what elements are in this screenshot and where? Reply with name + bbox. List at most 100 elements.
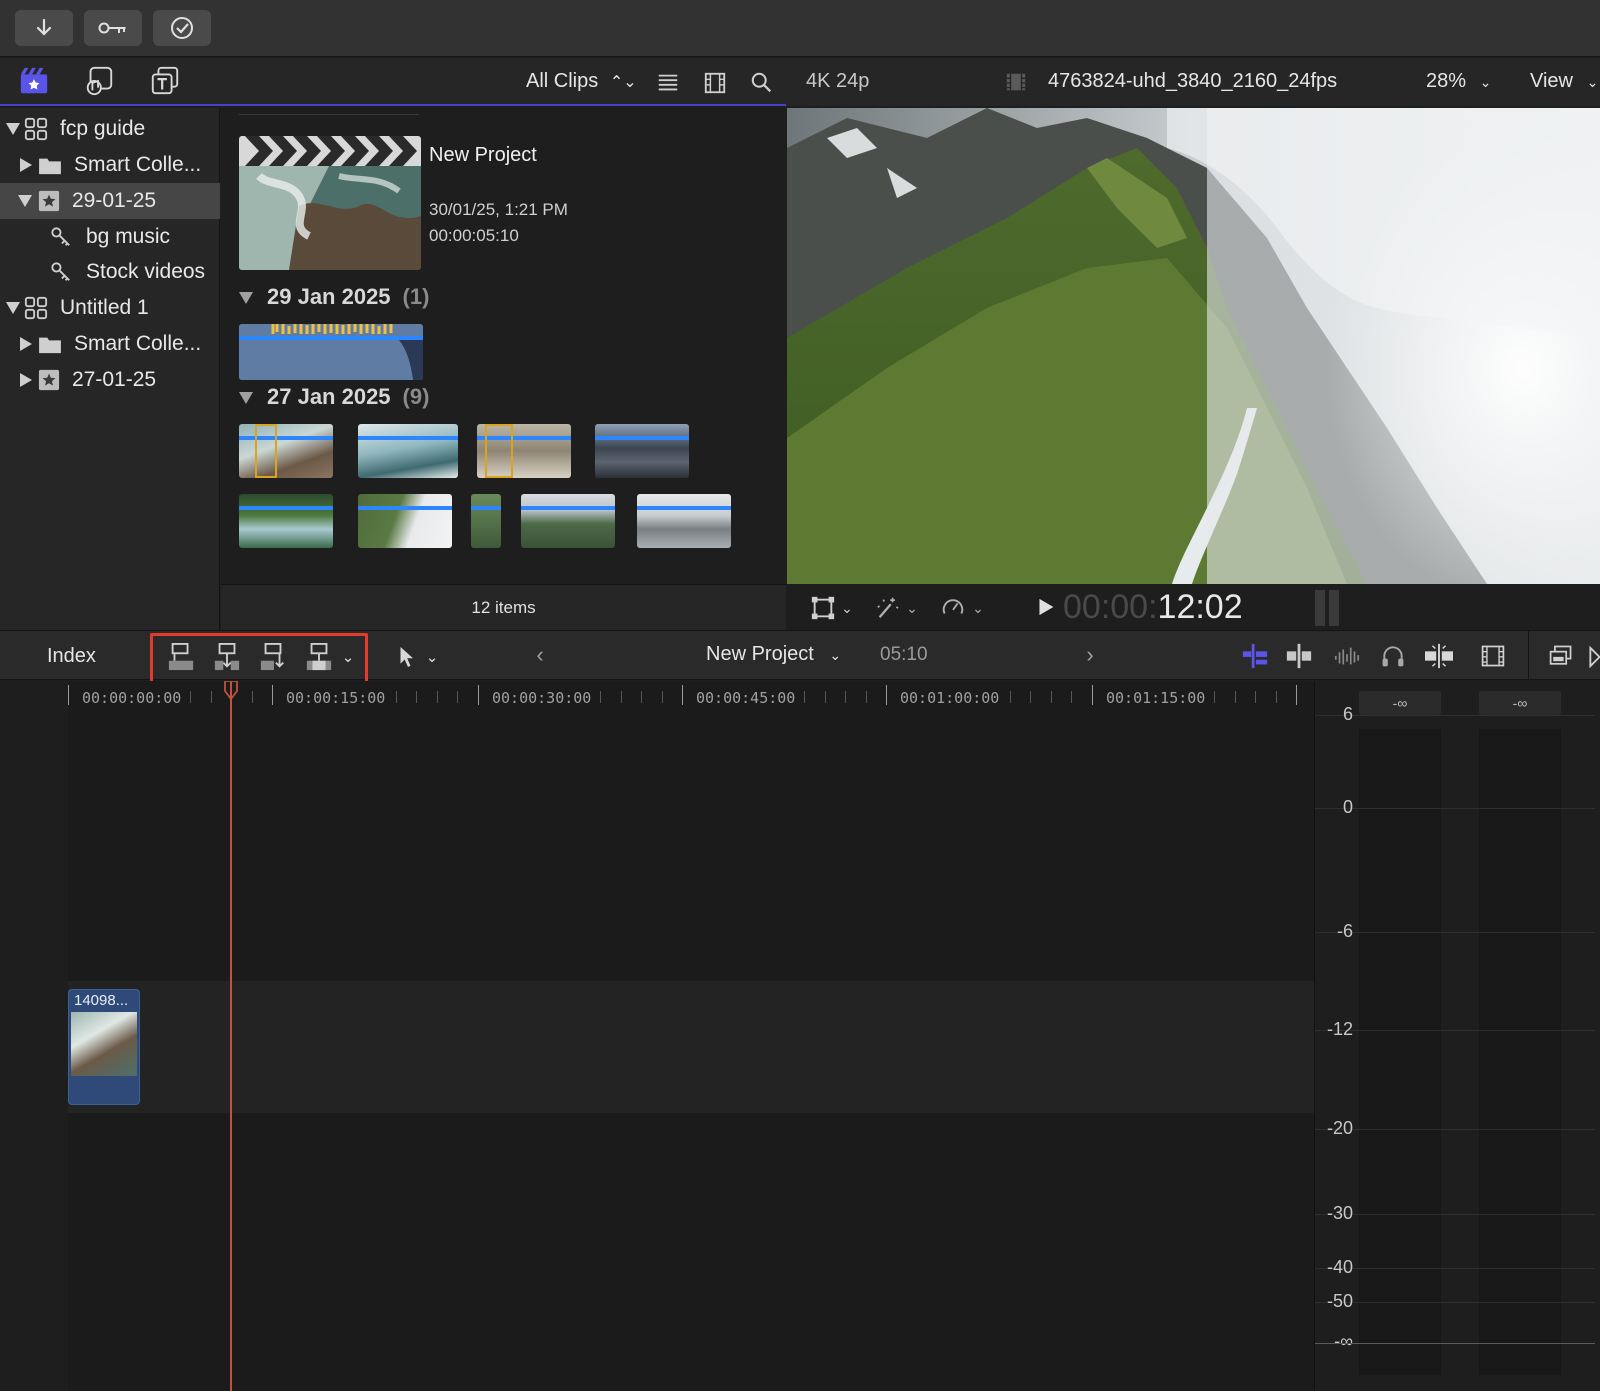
ruler-minor-tick (1255, 691, 1257, 703)
transform-icon[interactable] (809, 594, 837, 622)
disclosure-right-icon[interactable] (20, 373, 32, 387)
disclosure-right-icon[interactable] (20, 158, 32, 172)
overwrite-clip-button[interactable] (304, 641, 334, 673)
group-header-27-jan[interactable]: 27 Jan 2025 (9) (239, 384, 429, 410)
browser-footer: 12 items (221, 584, 786, 630)
magic-wand-icon[interactable] (873, 594, 901, 622)
back-arrow-icon[interactable]: ‹ (530, 642, 550, 667)
play-button[interactable] (1035, 596, 1057, 618)
insert-clip-button[interactable] (212, 641, 242, 673)
sidebar-item-smart-collections[interactable]: Smart Colle... (0, 147, 220, 183)
video-clip-thumbnail[interactable] (239, 494, 333, 548)
append-clip-button[interactable] (258, 641, 288, 673)
keyword-key-icon (51, 227, 70, 246)
timeline-gutter (0, 681, 68, 1391)
video-clip-thumbnail[interactable] (477, 424, 571, 478)
speed-gauge-icon[interactable] (939, 594, 967, 622)
solo-button[interactable] (1378, 641, 1408, 671)
audio-meters-toggle[interactable] (1332, 641, 1362, 671)
video-clip-thumbnail[interactable] (595, 424, 689, 478)
playhead[interactable] (230, 681, 232, 1391)
disclosure-right-icon[interactable] (20, 337, 32, 351)
viewer-canvas[interactable] (787, 108, 1600, 584)
sidebar-item-fcp-guide[interactable]: fcp guide (0, 111, 220, 147)
filmstrip-icon[interactable] (702, 70, 728, 96)
library-icon (24, 296, 48, 320)
libraries-icon[interactable] (17, 64, 51, 98)
clip-usage-bar (358, 506, 452, 510)
disclosure-down-icon[interactable] (18, 195, 32, 207)
clip-filter-dropdown[interactable]: All Clips ⌃⌄ (526, 70, 637, 93)
clip-appearance-button[interactable] (1478, 641, 1508, 671)
skimming-button[interactable] (1240, 641, 1270, 671)
forward-arrow-icon[interactable]: › (1080, 642, 1100, 667)
timeline-toolbar: Index ⌄ ⌄ ‹ New Project ⌄ 05:10 › (0, 630, 1600, 688)
project-title-dropdown[interactable]: New Project ⌄ (706, 643, 841, 666)
sidebar-item-keyword-bg-music[interactable]: bg music (0, 219, 220, 255)
sidebar-item-event-27-01-25[interactable]: 27-01-25 (0, 362, 220, 398)
keyword-editor-button[interactable] (84, 10, 142, 46)
disclosure-down-icon[interactable] (6, 123, 20, 135)
ruler-label: 00:00:45:00 (696, 689, 796, 707)
sidebar-item-smart-collections-2[interactable]: Smart Colle... (0, 326, 220, 362)
video-clip-thumbnail[interactable] (637, 494, 731, 548)
timecode-display[interactable]: 00:00:12:02 (1063, 588, 1243, 627)
disclosure-down-icon[interactable] (239, 292, 253, 305)
disclosure-down-icon[interactable] (239, 392, 253, 405)
clip-usage-bar (637, 506, 731, 510)
video-clip-thumbnail[interactable] (521, 494, 615, 548)
meter-scale-label: -6 (1336, 921, 1353, 941)
chevron-down-icon: ⌄ (1479, 74, 1492, 90)
chevron-down-icon[interactable]: ⌄ (904, 596, 920, 620)
zoom-dropdown[interactable]: 28% ⌄ (1426, 70, 1491, 93)
playhead-handle[interactable] (224, 680, 238, 701)
divider (239, 114, 419, 115)
ruler-minor-tick (661, 691, 663, 703)
ruler-minor-tick (620, 691, 622, 703)
chevron-down-icon[interactable]: ⌄ (424, 645, 440, 669)
background-tasks-button[interactable] (153, 10, 211, 46)
photos-audio-icon[interactable] (82, 64, 116, 98)
sidebar-item-keyword-stock-videos[interactable]: Stock videos (0, 254, 220, 290)
disclosure-down-icon[interactable] (6, 302, 20, 314)
effects-browser-button[interactable] (1546, 641, 1576, 671)
audio-skimming-button[interactable] (1284, 641, 1314, 671)
clip-usage-bar (239, 506, 333, 510)
chevron-down-icon[interactable]: ⌄ (839, 596, 855, 620)
titles-generators-icon[interactable] (148, 64, 182, 98)
audio-meter-mini-left (1315, 590, 1325, 626)
meter-gridline (1315, 1302, 1595, 1303)
search-icon[interactable] (749, 70, 775, 96)
timeline-ruler[interactable]: 00:00:00:00 00:00:15:00 00:00:30:00 00:0… (68, 681, 1314, 715)
video-clip-thumbnail[interactable] (239, 424, 333, 478)
import-button[interactable] (15, 10, 73, 46)
ruler-minor-tick (824, 691, 826, 703)
group-title: 29 Jan 2025 (267, 284, 391, 309)
timeline-clip-label: 14098... (74, 992, 129, 1009)
project-name[interactable]: New Project (429, 144, 537, 167)
chevron-down-icon[interactable]: ⌄ (970, 596, 986, 620)
snapping-button[interactable] (1422, 641, 1456, 671)
ruler-label: 00:00:30:00 (492, 689, 592, 707)
view-menu[interactable]: View ⌄ (1530, 70, 1598, 93)
transitions-browser-button[interactable] (1588, 645, 1600, 669)
sidebar-item-untitled-1[interactable]: Untitled 1 (0, 290, 220, 326)
group-header-29-jan[interactable]: 29 Jan 2025 (1) (239, 284, 429, 310)
project-thumbnail[interactable] (239, 136, 421, 270)
video-clip-thumbnail[interactable] (358, 424, 458, 478)
video-clip-thumbnail[interactable] (471, 494, 501, 548)
index-button[interactable]: Index (47, 645, 96, 668)
video-clip-thumbnail[interactable] (358, 494, 452, 548)
project-title: New Project (706, 643, 814, 665)
chevron-down-icon[interactable]: ⌄ (340, 645, 356, 669)
meter-scale-label: 0 (1342, 797, 1353, 817)
primary-storyline[interactable] (68, 981, 1314, 1113)
list-view-icon[interactable] (655, 70, 681, 96)
audio-clip-thumbnail[interactable] (239, 324, 423, 380)
overwrite-clip-icon (306, 643, 332, 671)
sidebar-item-event-29-01-25[interactable]: 29-01-25 (0, 183, 220, 219)
timeline-area[interactable]: 00:00:00:00 00:00:15:00 00:00:30:00 00:0… (0, 680, 1314, 1391)
connect-clip-button[interactable] (166, 641, 196, 673)
select-tool-button[interactable] (396, 643, 420, 671)
timeline-clip[interactable]: 14098... (68, 989, 140, 1105)
